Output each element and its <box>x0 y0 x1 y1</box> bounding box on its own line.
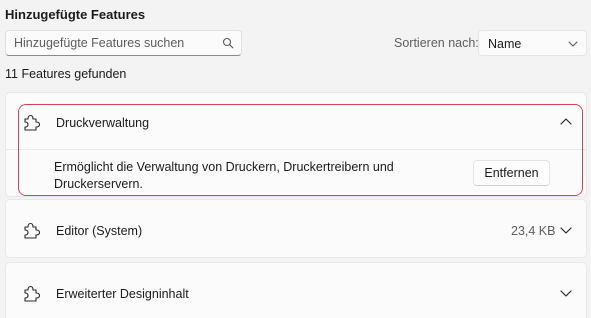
feature-card-designinhalt[interactable]: Erweiterter Designinhalt <box>5 262 587 318</box>
feature-card-druckverwaltung: Druckverwaltung Ermöglicht die Verwaltun… <box>5 92 587 197</box>
feature-header[interactable]: Editor (System) 23,4 KB <box>6 200 586 248</box>
feature-name: Editor (System) <box>56 224 143 238</box>
feature-size: 23,4 KB <box>511 224 556 238</box>
feature-name: Erweiterter Designinhalt <box>56 287 189 301</box>
search-input[interactable] <box>6 31 216 55</box>
feature-header[interactable]: Druckverwaltung <box>6 93 586 141</box>
sort-selected-value: Name <box>488 37 522 51</box>
feature-description: Ermöglicht die Verwaltung von Druckern, … <box>54 160 394 191</box>
search-box[interactable] <box>5 30 242 56</box>
search-icon[interactable] <box>222 37 234 49</box>
section-title: Hinzugefügte Features <box>5 7 146 22</box>
feature-header[interactable]: Erweiterter Designinhalt <box>6 263 586 311</box>
chevron-up-icon[interactable] <box>557 113 575 131</box>
optional-features-page: Hinzugefügte Features Sortieren nach: Na… <box>0 0 591 318</box>
chevron-down-icon[interactable] <box>557 221 575 239</box>
feature-details: Ermöglicht die Verwaltung von Druckern, … <box>6 150 586 196</box>
feature-card-editor[interactable]: Editor (System) 23,4 KB <box>5 199 587 258</box>
chevron-down-icon <box>568 41 578 47</box>
puzzle-icon <box>24 114 41 131</box>
puzzle-icon <box>24 285 41 302</box>
remove-button[interactable]: Entfernen <box>473 160 550 186</box>
result-count: 11 Features gefunden <box>5 67 127 81</box>
sort-dropdown[interactable]: Name <box>478 30 587 56</box>
sort-label: Sortieren nach: <box>394 36 479 50</box>
feature-name: Druckverwaltung <box>56 116 150 130</box>
chevron-down-icon[interactable] <box>557 284 575 302</box>
puzzle-icon <box>24 222 41 239</box>
